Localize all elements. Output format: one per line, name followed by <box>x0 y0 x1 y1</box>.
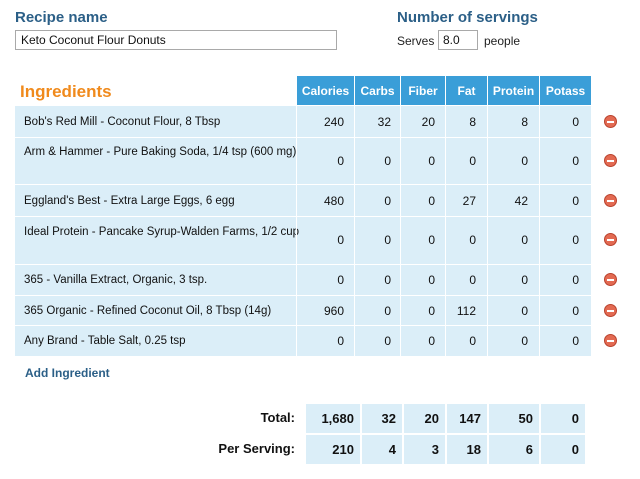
calories-value: 0 <box>337 233 344 247</box>
protein-value: 0 <box>521 233 528 247</box>
ingredient-name: Bob's Red Mill - Coconut Flour, 8 Tbsp <box>24 116 221 128</box>
protein-value: 0 <box>521 273 528 287</box>
serves-prefix: Serves <box>397 34 435 48</box>
total-label: Total: <box>260 410 295 425</box>
recipe-name-input[interactable] <box>15 30 337 50</box>
calories-value: 480 <box>323 194 344 208</box>
column-divider <box>400 105 401 356</box>
potassium-value: 0 <box>572 154 579 168</box>
remove-ingredient-icon[interactable] <box>604 194 617 207</box>
ingredient-row: Any Brand - Table Salt, 0.25 tsp 0 0 0 0… <box>15 326 591 356</box>
potassium-value: 0 <box>572 334 579 348</box>
calories-value: 960 <box>323 304 344 318</box>
ingredient-row: Eggland's Best - Extra Large Eggs, 6 egg… <box>15 185 591 216</box>
total-fiber: 20 <box>404 404 445 433</box>
ingredient-name: 365 Organic - Refined Coconut Oil, 8 Tbs… <box>24 305 272 317</box>
per-serving-potassium: 0 <box>541 435 585 464</box>
column-divider <box>354 105 355 356</box>
serves-suffix: people <box>484 34 521 48</box>
ingredient-name: 365 - Vanilla Extract, Organic, 3 tsp. <box>24 274 208 286</box>
potassium-value: 0 <box>572 273 579 287</box>
ingredient-row: Ideal Protein - Pancake Syrup-Walden Far… <box>15 217 591 264</box>
ingredient-name: Eggland's Best - Extra Large Eggs, 6 egg <box>24 195 235 207</box>
servings-input[interactable] <box>438 30 478 50</box>
remove-ingredient-icon[interactable] <box>604 115 617 128</box>
total-fat: 147 <box>447 404 487 433</box>
servings-label: Number of servings <box>397 9 538 26</box>
ingredients-title: Ingredients <box>20 82 112 101</box>
column-header-potassium[interactable]: Potass <box>540 76 591 105</box>
total-carbs: 32 <box>362 404 402 433</box>
ingredient-row: Arm & Hammer - Pure Baking Soda, 1/4 tsp… <box>15 138 591 184</box>
potassium-value: 0 <box>572 194 579 208</box>
column-divider <box>539 105 540 356</box>
calories-value: 240 <box>323 115 344 129</box>
fat-value: 27 <box>462 194 476 208</box>
ingredient-row: 365 - Vanilla Extract, Organic, 3 tsp. 0… <box>15 265 591 295</box>
calories-value: 0 <box>337 154 344 168</box>
column-header-fiber[interactable]: Fiber <box>401 76 445 105</box>
per-serving-protein: 6 <box>489 435 539 464</box>
column-header-carbs[interactable]: Carbs <box>355 76 400 105</box>
add-ingredient-link[interactable]: Add Ingredient <box>25 366 110 380</box>
protein-value: 8 <box>521 115 528 129</box>
fat-value: 0 <box>469 334 476 348</box>
remove-ingredient-icon[interactable] <box>604 334 617 347</box>
potassium-value: 0 <box>572 304 579 318</box>
recipe-name-label: Recipe name <box>15 9 108 26</box>
column-divider <box>487 105 488 356</box>
remove-ingredient-icon[interactable] <box>604 233 617 246</box>
potassium-value: 0 <box>572 115 579 129</box>
column-header-protein[interactable]: Protein <box>488 76 539 105</box>
protein-value: 0 <box>521 304 528 318</box>
protein-value: 0 <box>521 334 528 348</box>
column-header-calories[interactable]: Calories <box>297 76 354 105</box>
protein-value: 0 <box>521 154 528 168</box>
per-serving-carbs: 4 <box>362 435 402 464</box>
per-serving-label: Per Serving: <box>218 441 295 456</box>
ingredient-row: 365 Organic - Refined Coconut Oil, 8 Tbs… <box>15 296 591 325</box>
total-calories: 1,680 <box>306 404 360 433</box>
calories-value: 0 <box>337 334 344 348</box>
total-potassium: 0 <box>541 404 585 433</box>
total-protein: 50 <box>489 404 539 433</box>
fat-value: 8 <box>469 115 476 129</box>
fat-value: 0 <box>469 233 476 247</box>
remove-ingredient-icon[interactable] <box>604 273 617 286</box>
fat-value: 0 <box>469 273 476 287</box>
ingredient-name: Any Brand - Table Salt, 0.25 tsp <box>24 335 186 347</box>
column-header-fat[interactable]: Fat <box>446 76 487 105</box>
column-divider <box>296 105 297 356</box>
per-serving-fat: 18 <box>447 435 487 464</box>
column-divider <box>445 105 446 356</box>
per-serving-calories: 210 <box>306 435 360 464</box>
remove-ingredient-icon[interactable] <box>604 154 617 167</box>
remove-ingredient-icon[interactable] <box>604 304 617 317</box>
potassium-value: 0 <box>572 233 579 247</box>
ingredient-name: Arm & Hammer - Pure Baking Soda, 1/4 tsp… <box>24 146 297 158</box>
per-serving-fiber: 3 <box>404 435 445 464</box>
calories-value: 0 <box>337 273 344 287</box>
ingredient-row: Bob's Red Mill - Coconut Flour, 8 Tbsp 2… <box>15 106 591 137</box>
fat-value: 0 <box>469 154 476 168</box>
protein-value: 42 <box>514 194 528 208</box>
fat-value: 112 <box>456 304 476 318</box>
ingredient-name: Ideal Protein - Pancake Syrup-Walden Far… <box>24 226 300 238</box>
